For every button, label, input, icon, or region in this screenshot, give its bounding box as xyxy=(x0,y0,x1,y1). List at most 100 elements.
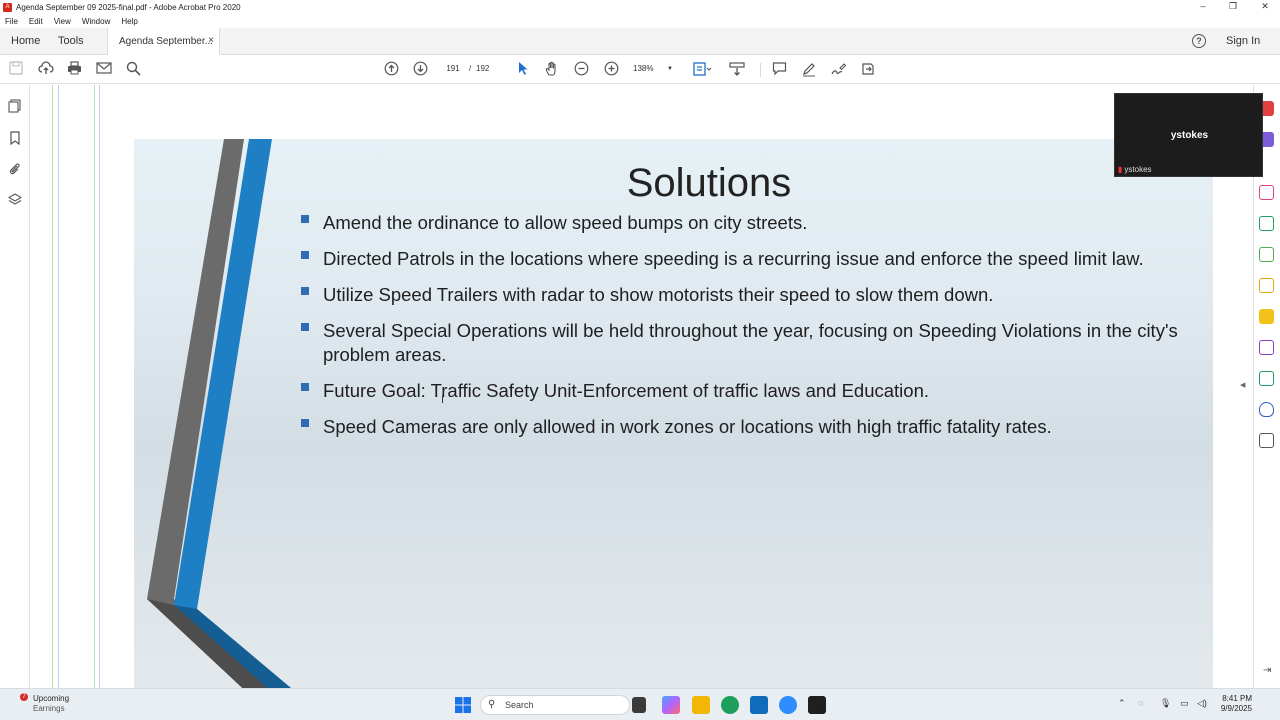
widgets-news[interactable]: 7 Upcoming Earnings xyxy=(14,693,69,714)
comment-icon[interactable] xyxy=(772,61,787,77)
select-tool-icon[interactable] xyxy=(517,61,529,77)
collapse-right-panel-icon[interactable]: ◀ xyxy=(1240,381,1245,389)
search-icon: ⚲ xyxy=(488,699,496,710)
list-item: Several Special Operations will be held … xyxy=(299,319,1179,367)
page-guide-line xyxy=(52,85,53,688)
widget-subtitle: Earnings xyxy=(33,704,65,713)
sign-icon[interactable] xyxy=(830,61,847,77)
file-explorer-task-icon[interactable] xyxy=(632,697,646,713)
menu-bar: File Edit View Window Help xyxy=(0,15,1280,28)
cloud-upload-icon[interactable] xyxy=(38,61,54,77)
menu-edit[interactable]: Edit xyxy=(29,17,43,26)
taskbar-search-label: Search xyxy=(505,700,534,710)
email-icon[interactable] xyxy=(96,61,112,77)
more-tools-icon[interactable] xyxy=(1259,433,1274,448)
tab-bar: Home Tools Agenda September... × ? Sign … xyxy=(0,28,1280,55)
fit-page-icon[interactable] xyxy=(692,61,712,77)
highlight-pen-icon[interactable] xyxy=(801,61,817,77)
tab-home[interactable]: Home xyxy=(11,35,40,47)
network-icon[interactable]: ◌ xyxy=(1138,698,1143,708)
participant-name-tag: ▮ ystokes xyxy=(1118,165,1152,174)
windows-taskbar: 7 Upcoming Earnings ⚲ Search ⌃ ◌ 🎙 ▭ ◁) … xyxy=(0,688,1280,720)
save-icon[interactable] xyxy=(9,61,23,77)
document-viewport[interactable]: Solutions Amend the ordinance to allow s… xyxy=(31,85,1253,688)
zoom-level-value: 138% xyxy=(633,64,654,73)
zoom-level-select[interactable]: 138% ▼ xyxy=(633,62,675,76)
comment-tool-icon[interactable] xyxy=(1259,309,1274,324)
participant-display-name: ystokes xyxy=(1170,130,1209,141)
organize-pages-icon[interactable] xyxy=(1259,247,1274,262)
clock-date: 9/9/2025 xyxy=(1220,704,1252,713)
zoom-video-tile[interactable]: ystokes ▮ ystokes xyxy=(1114,93,1263,177)
menu-view[interactable]: View xyxy=(54,17,71,26)
fill-sign-icon[interactable] xyxy=(1259,340,1274,355)
list-item: Future Goal: Traffic Safety Unit-Enforce… xyxy=(299,379,1179,403)
page-guide-line xyxy=(58,85,59,688)
list-item: Utilize Speed Trailers with radar to sho… xyxy=(299,283,1179,307)
clock-time: 8:41 PM xyxy=(1222,694,1252,703)
solutions-bullet-list: Amend the ordinance to allow speed bumps… xyxy=(299,211,1179,451)
zoom-out-icon[interactable] xyxy=(574,61,589,77)
edge-browser-icon[interactable] xyxy=(721,696,739,714)
layers-icon[interactable] xyxy=(7,193,23,207)
acrobat-task-icon[interactable] xyxy=(808,696,826,714)
minimize-icon[interactable]: – xyxy=(1188,0,1218,15)
menu-help[interactable]: Help xyxy=(121,17,137,26)
tab-tools[interactable]: Tools xyxy=(58,35,84,47)
zoom-app-icon[interactable] xyxy=(779,696,797,714)
list-item: Amend the ordinance to allow speed bumps… xyxy=(299,211,1179,235)
bullet-square-icon xyxy=(301,251,309,259)
export-file-icon[interactable] xyxy=(1259,278,1274,293)
close-tab-icon[interactable]: × xyxy=(208,35,214,46)
scroll-mode-icon[interactable] xyxy=(729,61,745,77)
previous-page-icon[interactable] xyxy=(384,61,399,77)
copilot-icon[interactable] xyxy=(662,696,680,714)
page-guide-line xyxy=(94,85,95,688)
scan-ocr-icon[interactable] xyxy=(1259,371,1274,386)
menu-file[interactable]: File xyxy=(5,17,18,26)
restore-icon[interactable]: ❐ xyxy=(1218,0,1248,15)
next-page-icon[interactable] xyxy=(413,61,428,77)
bookmarks-icon[interactable] xyxy=(8,131,22,146)
muted-mic-icon: ▮ xyxy=(1118,165,1123,174)
outlook-icon[interactable] xyxy=(750,696,768,714)
combine-files-icon[interactable] xyxy=(1259,216,1274,231)
notification-badge: 7 xyxy=(20,693,28,701)
page-separator: / xyxy=(469,64,472,73)
menu-window[interactable]: Window xyxy=(82,17,110,26)
total-pages: 192 xyxy=(476,64,490,73)
acrobat-app-icon: A xyxy=(3,3,12,12)
title-bar: A Agenda September 09 2025-final.pdf - A… xyxy=(0,0,1280,15)
list-item: Directed Patrols in the locations where … xyxy=(299,247,1179,271)
protect-shield-icon[interactable] xyxy=(1259,402,1274,417)
attachments-icon[interactable] xyxy=(8,162,22,176)
sign-in-button[interactable]: Sign In xyxy=(1226,35,1260,47)
close-window-icon[interactable]: ✕ xyxy=(1250,0,1280,15)
help-icon[interactable]: ? xyxy=(1192,34,1206,48)
expand-panel-icon[interactable]: ⇥ xyxy=(1263,665,1271,676)
taskbar-search-input[interactable]: ⚲ Search xyxy=(480,695,630,715)
system-clock[interactable]: 8:41 PM 9/9/2025 xyxy=(1218,694,1252,714)
toolbar: 191 / 192 138% ▼ xyxy=(0,55,1280,84)
text-cursor-icon: I xyxy=(441,394,445,406)
tab-document[interactable]: Agenda September... × xyxy=(107,28,220,55)
zoom-in-icon[interactable] xyxy=(604,61,619,77)
page-number-input[interactable]: 191 xyxy=(438,62,468,76)
microphone-icon[interactable]: 🎙 xyxy=(1160,698,1171,709)
show-hidden-icons-icon[interactable]: ⌃ xyxy=(1118,698,1126,709)
hand-tool-icon[interactable] xyxy=(544,61,560,77)
page-guide-line xyxy=(99,85,100,688)
page-thumbnails-icon[interactable] xyxy=(8,99,22,113)
window-title: Agenda September 09 2025-final.pdf - Ado… xyxy=(16,3,241,12)
volume-icon[interactable]: ◁) xyxy=(1197,698,1207,709)
search-icon[interactable] xyxy=(126,61,141,77)
windows-start-icon[interactable] xyxy=(454,696,472,714)
folder-icon[interactable] xyxy=(692,696,710,714)
toolbar-divider xyxy=(760,63,761,77)
bullet-square-icon xyxy=(301,215,309,223)
display-icon[interactable]: ▭ xyxy=(1180,698,1189,709)
share-export-icon[interactable] xyxy=(860,61,876,77)
bullet-square-icon xyxy=(301,383,309,391)
edit-pdf-icon[interactable] xyxy=(1259,185,1274,200)
print-icon[interactable] xyxy=(67,61,82,77)
